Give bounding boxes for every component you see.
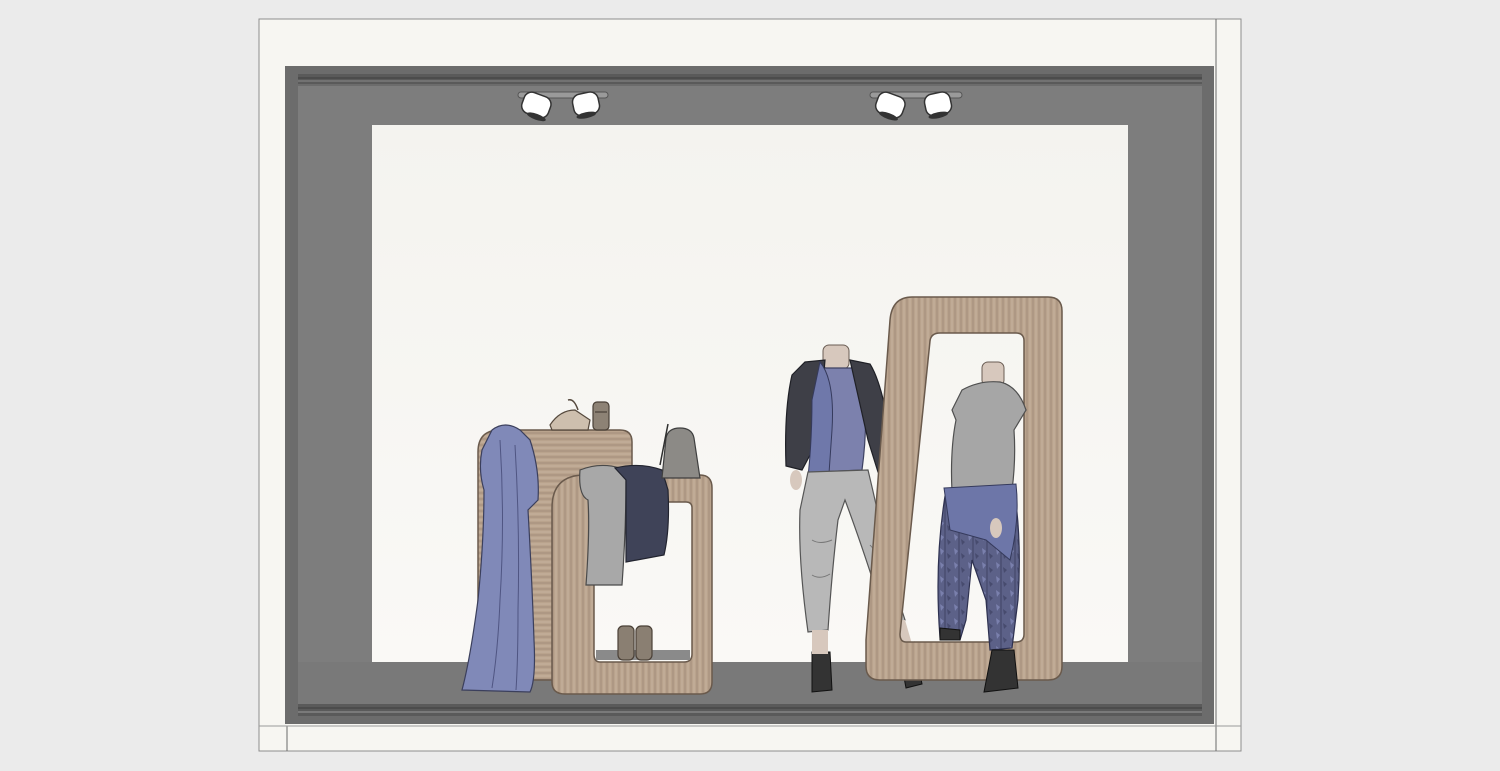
mannequin-hand (990, 518, 1002, 538)
mannequin-hand (790, 470, 802, 490)
mannequin-neck (822, 344, 850, 370)
boot-icon (811, 651, 833, 693)
frame-bottom-rail (298, 704, 1202, 716)
mannequin-leg (812, 630, 828, 654)
display-floor (298, 662, 1202, 704)
frame-top-rail (298, 74, 1202, 84)
sandal-icon (592, 401, 610, 431)
boot-icon (939, 627, 961, 641)
window-display-scene (0, 0, 1500, 771)
